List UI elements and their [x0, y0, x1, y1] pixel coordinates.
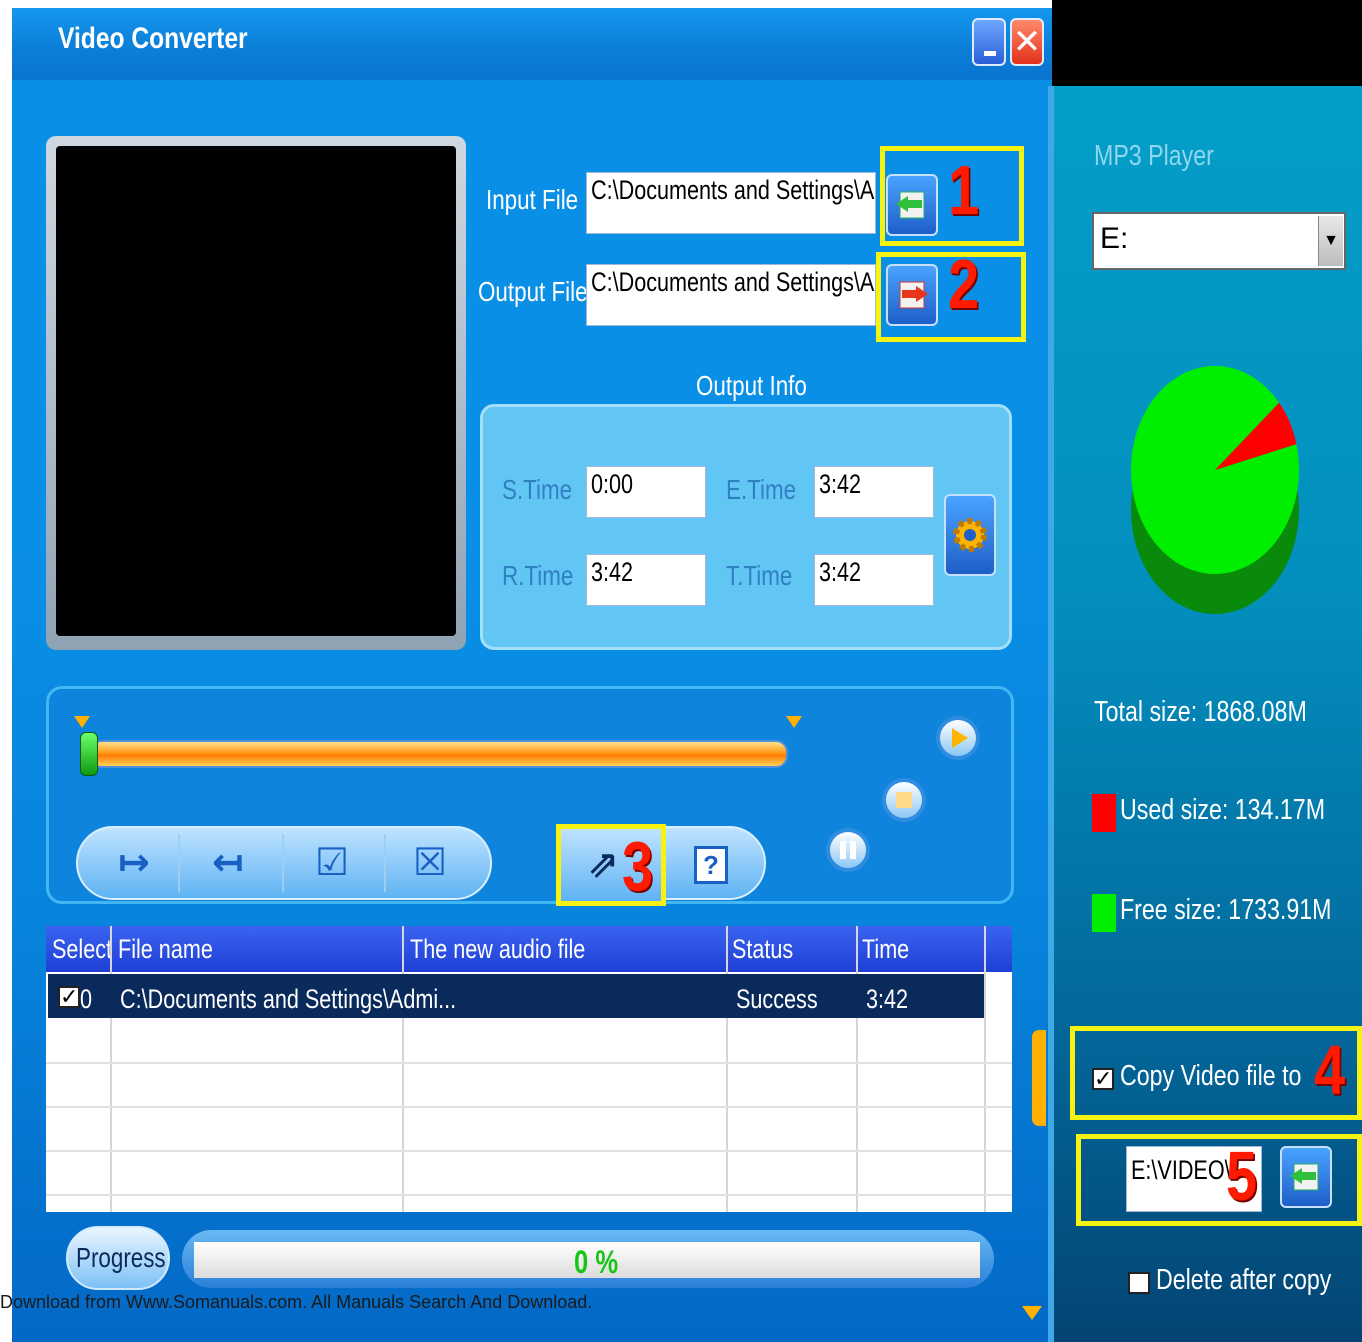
scroll-down-arrow-icon[interactable] [1022, 1306, 1042, 1320]
browse-output-button[interactable] [886, 264, 938, 326]
row-status: Success [736, 984, 818, 1014]
column-divider [726, 926, 728, 1212]
row-divider [46, 1194, 1012, 1196]
check-all-icon[interactable]: ☑ [302, 840, 362, 885]
stop-icon [896, 792, 912, 808]
drive-select[interactable]: E: [1092, 212, 1346, 270]
control-separator [282, 834, 284, 892]
control-separator [384, 834, 386, 892]
play-icon [952, 728, 968, 748]
end-time-label: E.Time [726, 474, 797, 505]
annotation-number-4: 4 [1314, 1031, 1346, 1109]
annotation-number-1: 1 [948, 151, 980, 229]
delete-after-copy-label: Delete after copy [1156, 1264, 1332, 1296]
help-button[interactable]: ? [694, 846, 728, 884]
row-divider [46, 1062, 1012, 1064]
annotation-number-3: 3 [622, 827, 654, 905]
browse-destination-button[interactable] [1280, 1146, 1332, 1208]
row-divider [46, 1106, 1012, 1108]
timeline-thumb[interactable] [80, 732, 98, 776]
stop-button[interactable] [882, 778, 926, 822]
column-header-new-audio-file[interactable]: The new audio file [410, 934, 585, 965]
device-label: MP3 Player [1094, 140, 1214, 172]
total-size-text: Total size: 1868.08M [1094, 696, 1307, 728]
chevron-down-icon[interactable]: ▼ [1318, 216, 1343, 266]
delete-after-copy-checkbox[interactable] [1128, 1272, 1150, 1294]
panel-toggle-handle[interactable] [1032, 1030, 1046, 1126]
end-time-field[interactable]: 3:42 [814, 466, 934, 518]
row-index: 0 [80, 984, 93, 1014]
copy-video-label: Copy Video file to [1120, 1060, 1302, 1092]
input-file-field[interactable]: C:\Documents and Settings\Administ [586, 172, 876, 234]
column-divider [984, 926, 986, 1212]
free-size-swatch [1092, 894, 1116, 932]
minimize-button[interactable] [972, 18, 1006, 66]
range-time-label: R.Time [502, 560, 574, 591]
play-button[interactable] [936, 716, 980, 760]
disk-usage-pie [1131, 366, 1299, 614]
row-file-name: C:\Documents and Settings\Admi... [120, 984, 457, 1014]
total-time-field[interactable]: 3:42 [814, 554, 934, 606]
used-size-swatch [1092, 794, 1116, 832]
timeline-track[interactable] [90, 740, 788, 768]
folder-open-icon [1290, 1163, 1319, 1191]
window-title: Video Converter [58, 22, 248, 55]
control-separator [178, 834, 180, 892]
row-select-checkbox[interactable]: ✓ [58, 986, 80, 1008]
range-time-field[interactable]: 3:42 [586, 554, 706, 606]
row-divider [46, 1150, 1012, 1152]
column-header-time[interactable]: Time [862, 934, 909, 965]
folder-open-icon [896, 191, 925, 219]
progress-button[interactable]: Progress [66, 1226, 170, 1290]
video-preview [56, 146, 456, 636]
browse-input-button[interactable] [886, 174, 938, 236]
panel-divider[interactable] [1048, 86, 1054, 1342]
column-header-select[interactable]: Select [52, 934, 112, 965]
output-info-panel [480, 404, 1012, 650]
start-marker[interactable] [74, 716, 90, 728]
close-button[interactable]: ✕ [1010, 18, 1044, 66]
column-header-status[interactable]: Status [732, 934, 793, 965]
copy-video-checkbox[interactable]: ✓ [1092, 1068, 1114, 1090]
gear-icon [953, 518, 987, 552]
annotation-number-5: 5 [1226, 1137, 1258, 1215]
convert-button[interactable]: ⇗ [578, 842, 628, 887]
folder-save-icon [899, 281, 928, 309]
pause-icon [840, 841, 856, 859]
progress-percent: 0 % [574, 1244, 619, 1280]
column-divider [110, 926, 112, 1212]
column-divider [402, 926, 404, 1212]
pie-slice-free [1131, 366, 1299, 575]
used-size-text: Used size: 134.17M [1120, 794, 1326, 826]
input-file-label: Input File [486, 184, 579, 215]
uncheck-all-icon[interactable]: ☒ [400, 840, 460, 885]
output-file-label: Output File [478, 276, 588, 307]
row-time: 3:42 [866, 984, 909, 1014]
progress-label: Progress [76, 1242, 166, 1273]
set-start-icon[interactable]: ↦ [104, 840, 164, 885]
end-marker[interactable] [786, 716, 802, 728]
total-time-label: T.Time [726, 560, 793, 591]
pause-button[interactable] [826, 828, 870, 872]
start-time-label: S.Time [502, 474, 573, 505]
annotation-number-2: 2 [948, 245, 980, 323]
output-info-title: Output Info [696, 370, 807, 401]
set-end-icon[interactable]: ↤ [198, 840, 258, 885]
start-time-field[interactable]: 0:00 [586, 466, 706, 518]
free-size-text: Free size: 1733.91M [1120, 894, 1332, 926]
right-panel-header [1052, 0, 1362, 86]
settings-button[interactable] [944, 494, 996, 576]
output-file-field[interactable]: C:\Documents and Settings\Administ [586, 264, 876, 326]
column-header-file-name[interactable]: File name [118, 934, 213, 965]
footer-download-text: Download from Www.Somanuals.com. All Man… [0, 1292, 593, 1312]
column-divider [856, 926, 858, 1212]
